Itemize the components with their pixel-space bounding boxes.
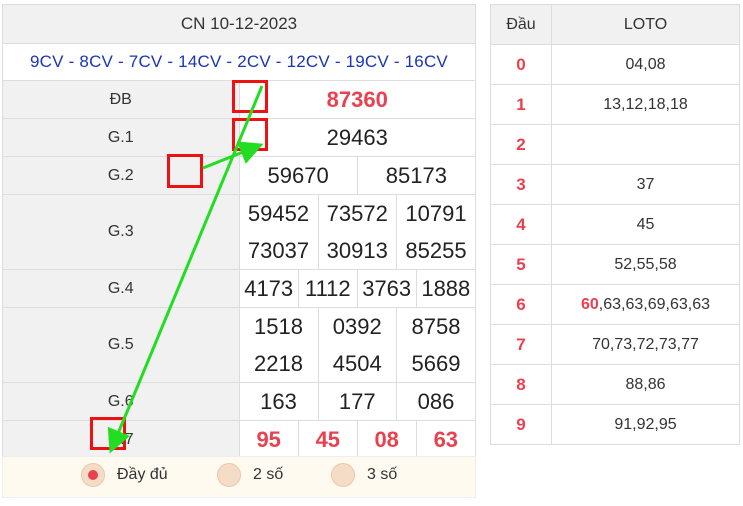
loto-dau: 8 <box>490 364 552 405</box>
loto-values-rest: ,63,63,69,63,63 <box>598 295 710 313</box>
prize-g3-value: 59452 <box>247 201 310 226</box>
loto-dau: 9 <box>490 404 552 445</box>
loto-values <box>551 124 740 165</box>
loto-values: 13,12,18,18 <box>551 84 740 125</box>
loto-dau: 4 <box>490 204 552 245</box>
prize-g5-value: 0392 <box>332 314 382 339</box>
prize-g5-value: 1518 <box>254 314 303 339</box>
loto-header-dau: Đầu <box>490 4 552 45</box>
loto-values: 60,63,63,69,63,63 <box>551 284 740 325</box>
loto-values: 37 <box>551 164 740 205</box>
prize-g6-value: 177 <box>318 383 397 420</box>
radio-icon[interactable] <box>331 463 355 487</box>
prize-g6-value: 086 <box>417 388 455 414</box>
highlight-box-g1 <box>232 118 268 151</box>
prize-g4-value: 1112 <box>298 270 358 307</box>
loto-values: 70,73,72,73,77 <box>551 324 740 365</box>
prize-g5-value: 4504 <box>332 351 382 376</box>
radio-icon[interactable] <box>217 463 241 487</box>
prize-g3-value: 73037 <box>247 238 310 263</box>
prize-g3-value: 73572 <box>326 201 388 226</box>
loto-table: Đầu LOTO 0 04,08 1 13,12,18,18 2 3 37 4 45 5… <box>490 4 740 445</box>
option-full[interactable]: Đầy đủ <box>81 463 168 487</box>
loto-values: 04,08 <box>551 44 740 85</box>
loto-values: 52,55,58 <box>551 244 740 285</box>
display-options: Đầy đủ 2 số 3 số <box>2 456 476 498</box>
prize-g6-value: 163 <box>239 383 319 420</box>
result-date: CN 10-12-2023 <box>2 4 476 44</box>
loto-values: 45 <box>551 204 740 245</box>
prize-g4-value: 3763 <box>357 270 417 307</box>
prize-g4-value: 4173 <box>239 270 299 307</box>
option-3-digits[interactable]: 3 số <box>331 463 397 487</box>
prize-g3-value: 85255 <box>405 238 467 263</box>
highlight-box-g2 <box>167 154 203 188</box>
loto-header-loto: LOTO <box>551 4 740 45</box>
prize-label-g6: G.6 <box>2 382 240 421</box>
prize-g1-value: 29463 <box>238 118 476 157</box>
loto-dau: 7 <box>490 324 552 365</box>
option-label: 2 số <box>253 466 284 483</box>
loto-values: 91,92,95 <box>551 404 740 445</box>
loto-values: 88,86 <box>551 364 740 405</box>
loto-dau: 2 <box>490 124 552 165</box>
prize-g3-value: 30913 <box>326 238 388 263</box>
loto-highlight: 60 <box>580 295 599 313</box>
prize-g5-value: 2218 <box>254 351 303 376</box>
prize-g7-value: 95 <box>239 421 299 458</box>
prize-label-g4: G.4 <box>2 269 240 308</box>
loto-dau: 6 <box>490 284 552 325</box>
loto-dau: 0 <box>490 44 552 85</box>
option-label: 3 số <box>367 466 398 483</box>
prize-label-db: ĐB <box>2 80 240 119</box>
prize-codes: 9CV - 8CV - 7CV - 14CV - 2CV - 12CV - 19… <box>2 43 476 81</box>
option-2-digits[interactable]: 2 số <box>217 463 283 487</box>
radio-selected-icon[interactable] <box>81 463 105 487</box>
loto-dau: 1 <box>490 84 552 125</box>
prize-g5-value: 5669 <box>411 351 461 376</box>
highlight-box-db <box>232 80 268 113</box>
loto-dau: 3 <box>490 164 552 205</box>
result-table: CN 10-12-2023 9CV - 8CV - 7CV - 14CV - 2… <box>2 4 476 459</box>
prize-label-g1: G.1 <box>2 118 240 157</box>
prize-db-value: 87360 <box>238 80 476 119</box>
prize-g3-value: 10791 <box>405 201 467 226</box>
prize-g2-value: 59670 <box>239 157 358 194</box>
prize-g7-value: 63 <box>433 426 459 452</box>
option-label: Đầy đủ <box>117 466 168 483</box>
prize-g7-value: 08 <box>357 421 417 458</box>
result-panel: CN 10-12-2023 9CV - 8CV - 7CV - 14CV - 2… <box>2 4 476 459</box>
loto-dau: 5 <box>490 244 552 285</box>
prize-label-g3: G.3 <box>2 194 240 270</box>
highlight-box-g7 <box>90 417 126 450</box>
prize-label-g5: G.5 <box>2 307 240 383</box>
prize-g5-value: 8758 <box>411 314 461 339</box>
prize-g2-value: 85173 <box>385 162 447 188</box>
prize-g7-value: 45 <box>298 421 358 458</box>
prize-g4-value: 1888 <box>421 275 471 301</box>
prize-label-g2: G.2 <box>2 156 240 195</box>
